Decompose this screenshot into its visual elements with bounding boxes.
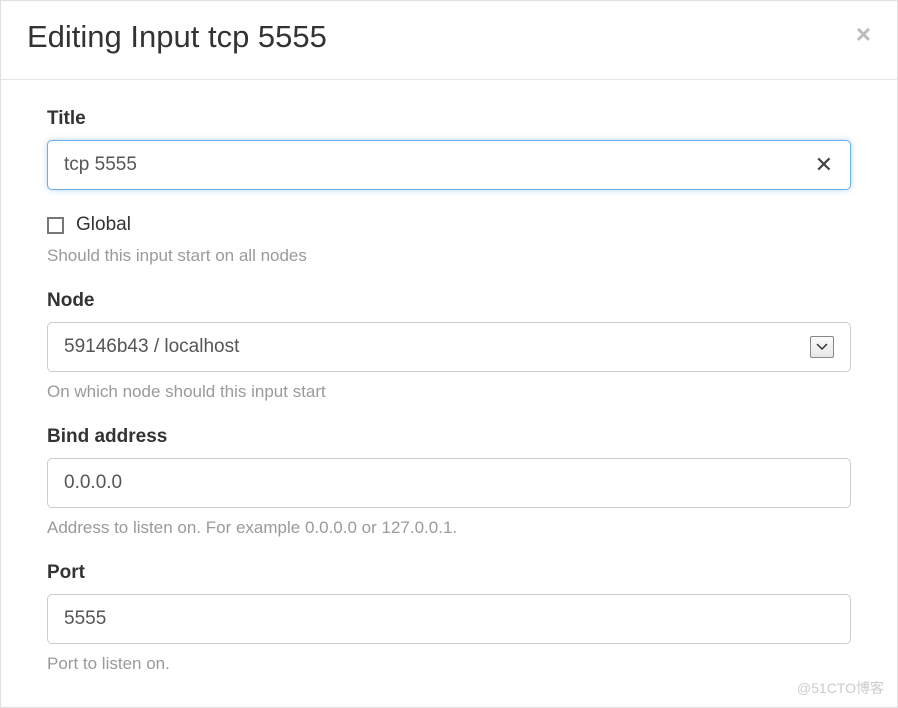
- node-select-value: 59146b43 / localhost: [64, 336, 239, 358]
- node-help: On which node should this input start: [47, 382, 851, 402]
- port-group: Port Port to listen on.: [47, 562, 851, 674]
- chevron-down-icon: [810, 336, 834, 358]
- node-label: Node: [47, 290, 851, 312]
- title-input[interactable]: [47, 140, 851, 190]
- global-checkbox-row: Global: [47, 214, 851, 236]
- bind-address-input[interactable]: [47, 458, 851, 508]
- close-icon[interactable]: ×: [856, 21, 871, 47]
- modal-title: Editing Input tcp 5555: [27, 19, 871, 55]
- bind-address-label: Bind address: [47, 426, 851, 448]
- title-label: Title: [47, 108, 851, 130]
- global-help: Should this input start on all nodes: [47, 246, 851, 266]
- edit-input-modal: Editing Input tcp 5555 × Title ✕ Global …: [0, 0, 898, 708]
- port-help: Port to listen on.: [47, 654, 851, 674]
- bind-address-help: Address to listen on. For example 0.0.0.…: [47, 518, 851, 538]
- modal-header: Editing Input tcp 5555 ×: [1, 1, 897, 80]
- clear-title-icon[interactable]: ✕: [815, 154, 833, 176]
- global-checkbox[interactable]: [47, 217, 64, 234]
- node-select[interactable]: 59146b43 / localhost: [47, 322, 851, 372]
- node-group: Node 59146b43 / localhost On which node …: [47, 290, 851, 402]
- port-input[interactable]: [47, 594, 851, 644]
- bind-address-group: Bind address Address to listen on. For e…: [47, 426, 851, 538]
- title-group: Title ✕: [47, 108, 851, 190]
- title-input-wrapper: ✕: [47, 140, 851, 190]
- global-group: Global Should this input start on all no…: [47, 214, 851, 266]
- global-label: Global: [76, 214, 131, 236]
- port-label: Port: [47, 562, 851, 584]
- modal-body: Title ✕ Global Should this input start o…: [1, 80, 897, 708]
